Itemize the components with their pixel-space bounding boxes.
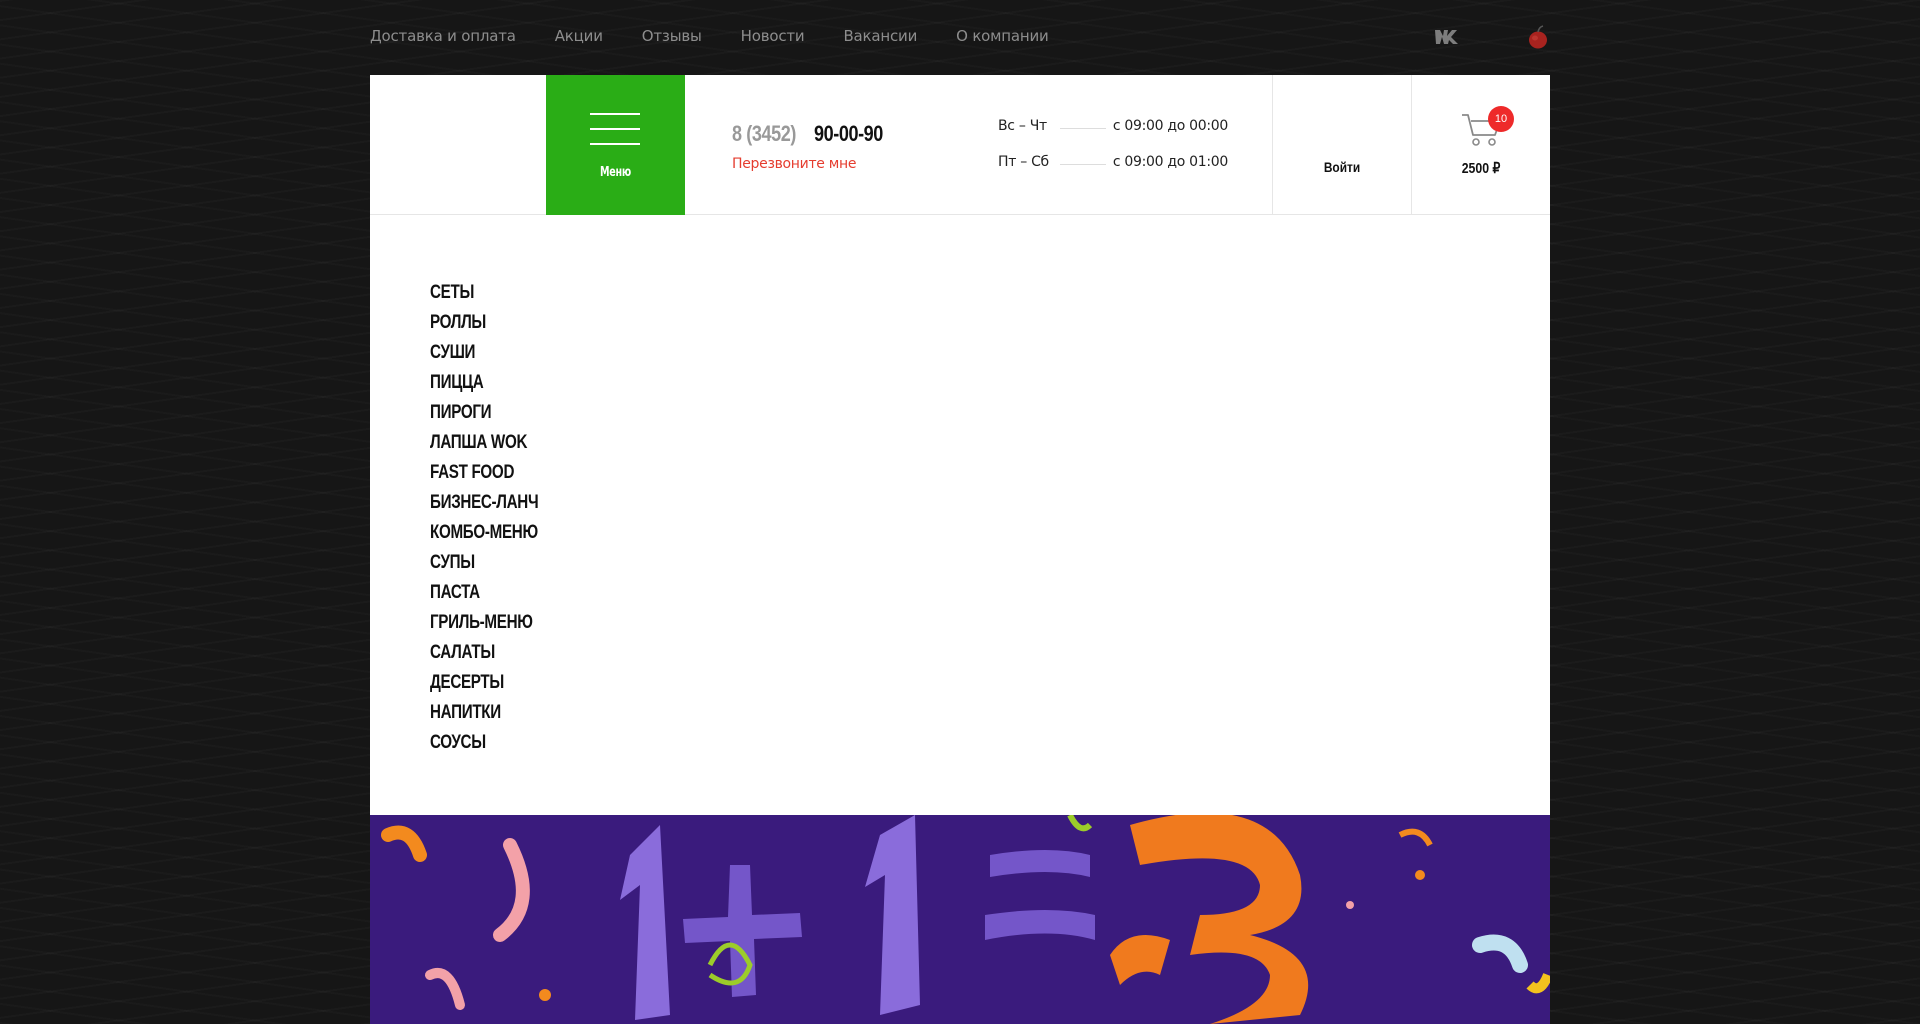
top-nav: Доставка и оплата Акции Отзывы Новости В… <box>370 0 1550 75</box>
logo-area[interactable] <box>370 75 546 215</box>
hours-time: с 09:00 до 00:00 <box>1112 118 1228 134</box>
category-item-desserts[interactable]: Десерты <box>430 668 538 698</box>
hours-time: с 09:00 до 01:00 <box>1112 154 1228 170</box>
hours-divider <box>1060 164 1106 165</box>
top-nav-links: Доставка и оплата Акции Отзывы Новости В… <box>370 27 1088 45</box>
hours-days: Вс – Чт <box>998 118 1047 134</box>
category-item-wok[interactable]: Лапша WOK <box>430 428 538 458</box>
top-nav-link-vacancies[interactable]: Вакансии <box>843 27 917 45</box>
hours-days: Пт – Сб <box>998 154 1049 170</box>
category-item-fastfood[interactable]: Fast Food <box>430 458 538 488</box>
category-item-salads[interactable]: Салаты <box>430 638 538 668</box>
hamburger-icon <box>590 113 640 158</box>
hours-divider <box>1060 128 1106 129</box>
login-button[interactable]: Войти <box>1273 75 1411 215</box>
phone-number[interactable]: 8 (3452) 90-00-90 <box>732 121 883 147</box>
apple-icon[interactable] <box>1526 24 1550 50</box>
phone-digits: 90-00-90 <box>814 121 883 146</box>
category-item-combo[interactable]: Комбо-меню <box>430 518 538 548</box>
cart-count-badge: 10 <box>1488 106 1514 132</box>
vk-icon[interactable] <box>1434 26 1462 46</box>
cart-total: 2500 ₽ <box>1461 160 1501 177</box>
top-nav-link-about[interactable]: О компании <box>956 27 1049 45</box>
hours-row: Вс – Чт с 09:00 до 00:00 <box>998 118 1228 154</box>
top-nav-link-news[interactable]: Новости <box>741 27 805 45</box>
promo-banner[interactable] <box>370 815 1550 1024</box>
category-item-soups[interactable]: Супы <box>430 548 538 578</box>
hours-row: Пт – Сб с 09:00 до 01:00 <box>998 154 1228 190</box>
phone-code: 8 (3452) <box>732 121 796 146</box>
opening-hours: Вс – Чт с 09:00 до 00:00 Пт – Сб с 09:00… <box>998 118 1228 190</box>
menu-button-label: Меню <box>599 165 632 180</box>
category-item-pizza[interactable]: Пицца <box>430 368 538 398</box>
menu-dropdown: Сеты Роллы Суши Пицца Пироги Лапша WOK F… <box>370 215 1550 815</box>
category-item-pasta[interactable]: Паста <box>430 578 538 608</box>
category-item-sushi[interactable]: Суши <box>430 338 538 368</box>
top-nav-link-reviews[interactable]: Отзывы <box>642 27 702 45</box>
login-label: Войти <box>1323 159 1361 175</box>
category-item-grill[interactable]: Гриль-меню <box>430 608 538 638</box>
category-list: Сеты Роллы Суши Пицца Пироги Лапша WOK F… <box>430 278 565 758</box>
category-item-sauces[interactable]: Соусы <box>430 728 538 758</box>
category-item-rolls[interactable]: Роллы <box>430 308 538 338</box>
top-nav-link-promos[interactable]: Акции <box>555 27 603 45</box>
site-header: Меню 8 (3452) 90-00-90 Перезвоните мне В… <box>370 75 1550 215</box>
cart-button[interactable]: 10 2500 ₽ <box>1412 75 1550 215</box>
category-item-pies[interactable]: Пироги <box>430 398 538 428</box>
category-item-business-lunch[interactable]: Бизнес-ланч <box>430 488 539 518</box>
top-nav-link-delivery[interactable]: Доставка и оплата <box>370 27 516 45</box>
banner-artwork <box>370 815 1550 1024</box>
callback-link[interactable]: Перезвоните мне <box>732 156 857 172</box>
category-item-sets[interactable]: Сеты <box>430 278 538 308</box>
category-item-drinks[interactable]: Напитки <box>430 698 538 728</box>
menu-button[interactable]: Меню <box>546 75 685 215</box>
